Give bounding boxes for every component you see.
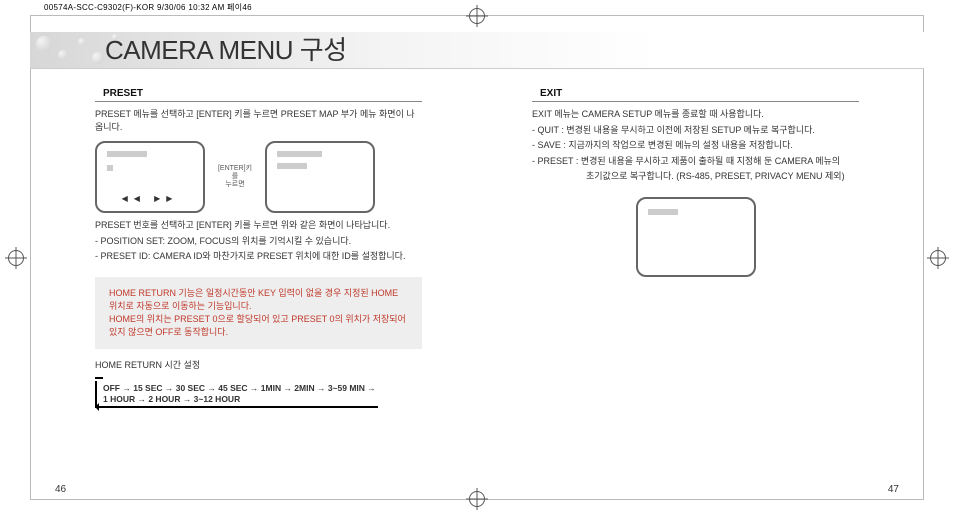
home-return-sequence: OFF → 15 SEC → 30 SEC → 45 SEC → 1MIN → …: [95, 381, 378, 408]
preset-section-label: PRESET: [95, 88, 422, 102]
home-return-note-1: HOME RETURN 기능은 일정시간동안 KEY 입력이 없을 경우 지정된…: [109, 287, 408, 313]
home-return-note: HOME RETURN 기능은 일정시간동안 KEY 입력이 없을 경우 지정된…: [95, 277, 422, 349]
page-number-left: 46: [55, 484, 66, 495]
page-number-right: 47: [888, 484, 899, 495]
preset-after-2: - POSITION SET: ZOOM, FOCUS의 위치를 기억시킬 수 …: [95, 235, 422, 248]
right-column: EXIT EXIT 메뉴는 CAMERA SETUP 메뉴를 종료할 때 사용합…: [477, 88, 914, 485]
exit-line-2: - QUIT : 변경된 내용을 무시하고 이전에 저장된 SETUP 메뉴로 …: [532, 124, 859, 137]
cropmark-left: [8, 250, 24, 266]
exit-line-1: EXIT 메뉴는 CAMERA SETUP 메뉴를 종료할 때 사용합니다.: [532, 108, 859, 121]
exit-section-title: EXIT: [540, 88, 562, 99]
exit-section-label: EXIT: [532, 88, 859, 102]
cropmark-bottom: [469, 491, 485, 507]
preset-screens: ◀◀ ▶▶ [ENTER]키를 누르면: [95, 141, 422, 213]
left-column: PRESET PRESET 메뉴를 선택하고 [ENTER] 키를 누르면 PR…: [40, 88, 477, 485]
cropmark-top: [469, 8, 485, 24]
doc-meta: 00574A-SCC-C9302(F)-KOR 9/30/06 10:32 AM…: [44, 2, 252, 13]
content-columns: PRESET PRESET 메뉴를 선택하고 [ENTER] 키를 누르면 PR…: [40, 88, 914, 485]
screen-preset-detail: [265, 141, 375, 213]
preset-after-3: - PRESET ID: CAMERA ID와 마찬가지로 PRESET 위치에…: [95, 250, 422, 263]
home-return-seq-1: OFF → 15 SEC → 30 SEC → 45 SEC → 1MIN → …: [103, 383, 376, 394]
home-return-title: HOME RETURN 시간 설정: [95, 359, 422, 372]
screen-preset-map: ◀◀ ▶▶: [95, 141, 205, 213]
screen-exit: [636, 197, 756, 277]
nav-arrows-icon: ◀◀ ▶▶: [97, 194, 203, 203]
home-return-note-2: HOME의 위치는 PRESET 0으로 할당되어 있고 PRESET 0의 위…: [109, 313, 408, 339]
exit-line-4: - PRESET : 변경된 내용을 무시하고 제품이 출하될 때 지정해 둔 …: [532, 155, 859, 168]
cropmark-right: [930, 250, 946, 266]
enter-key-label: [ENTER]키를 누르면: [215, 165, 255, 190]
page-title: CAMERA MENU 구성: [105, 30, 347, 67]
exit-line-5: 초기값으로 복구합니다. (RS-485, PRESET, PRIVACY ME…: [532, 170, 859, 183]
home-return-seq-2: 1 HOUR → 2 HOUR → 3~12 HOUR: [103, 394, 376, 405]
exit-line-3: - SAVE : 지금까지의 작업으로 변경된 메뉴의 설정 내용을 저장합니다…: [532, 139, 859, 152]
preset-after-1: PRESET 번호를 선택하고 [ENTER] 키를 누르면 위와 같은 화면이…: [95, 219, 422, 232]
preset-section-title: PRESET: [103, 88, 143, 99]
preset-intro: PRESET 메뉴를 선택하고 [ENTER] 키를 누르면 PRESET MA…: [95, 108, 422, 133]
